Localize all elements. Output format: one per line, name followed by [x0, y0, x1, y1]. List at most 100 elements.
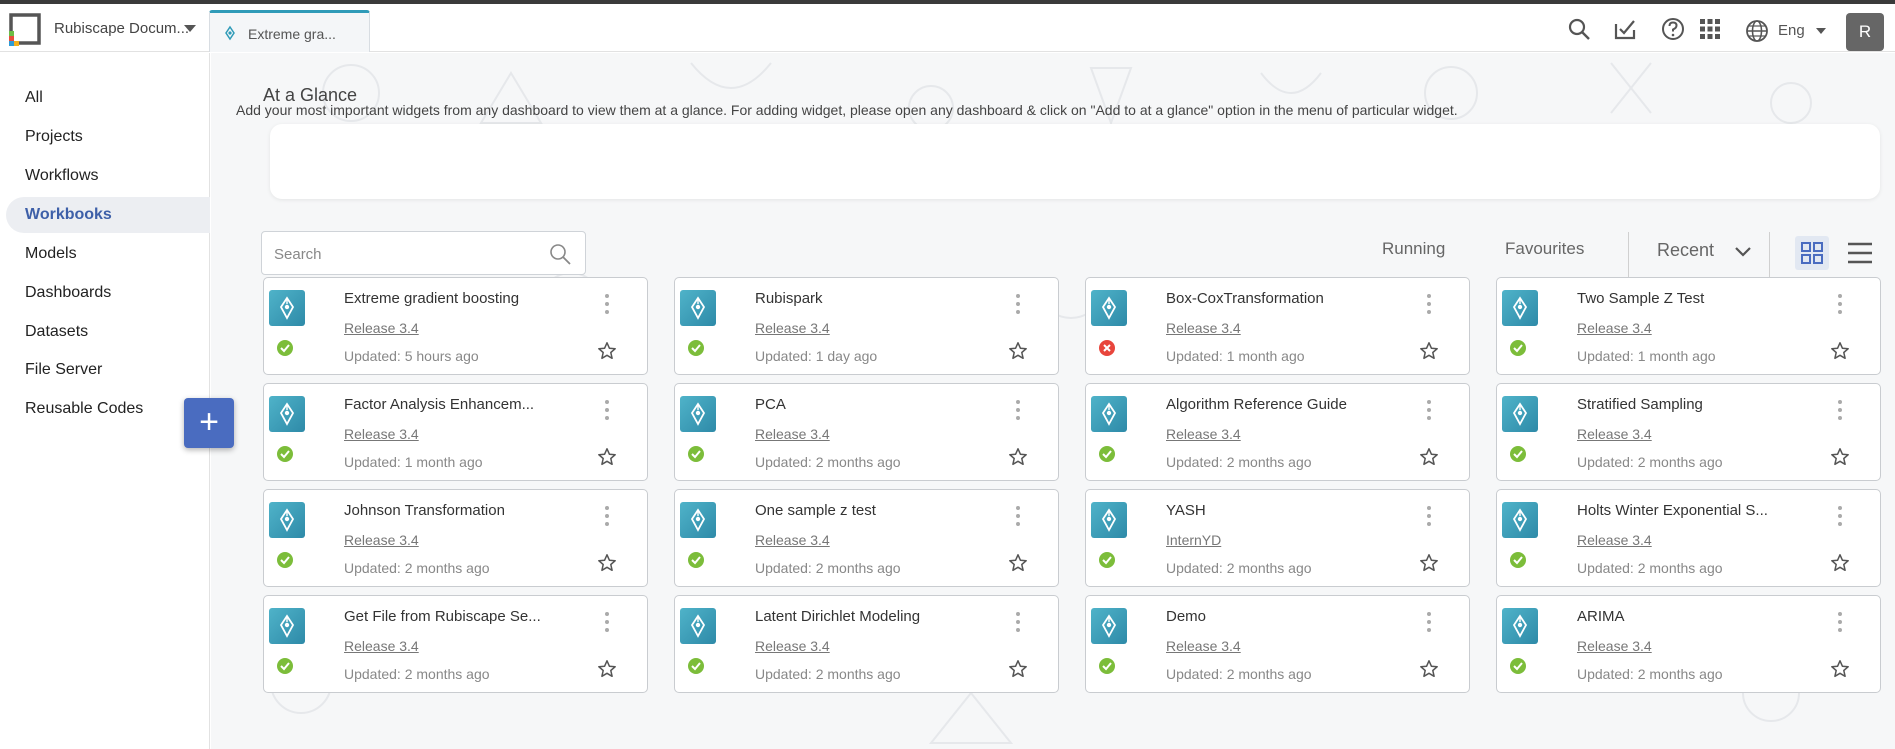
user-avatar[interactable]: R	[1846, 13, 1884, 51]
card-title[interactable]: Johnson Transformation	[344, 502, 505, 519]
card-title[interactable]: Latent Dirichlet Modeling	[755, 608, 920, 625]
star-icon[interactable]	[1830, 447, 1850, 467]
chevron-down-icon[interactable]	[1733, 242, 1753, 262]
card-tag-link[interactable]: Release 3.4	[1166, 426, 1241, 442]
workbook-card[interactable]: Stratified Sampling Release 3.4 Updated: 2…	[1496, 383, 1881, 481]
workspace-selector[interactable]: Rubiscape Docum...	[54, 20, 189, 37]
more-options-icon[interactable]	[1424, 292, 1434, 316]
workbook-card[interactable]: Latent Dirichlet Modeling Release 3.4 Upda…	[674, 595, 1059, 693]
more-options-icon[interactable]	[602, 292, 612, 316]
filter-running[interactable]: Running	[1382, 239, 1445, 259]
star-icon[interactable]	[1419, 341, 1439, 361]
star-icon[interactable]	[1830, 553, 1850, 573]
sidebar-item-dashboards[interactable]: Dashboards	[6, 275, 210, 311]
sidebar-item-file-server[interactable]: File Server	[6, 352, 210, 388]
more-options-icon[interactable]	[1013, 292, 1023, 316]
star-icon[interactable]	[1419, 659, 1439, 679]
sidebar-item-workflows[interactable]: Workflows	[6, 158, 210, 194]
star-icon[interactable]	[597, 553, 617, 573]
workbook-card[interactable]: Holts Winter Exponential S... Release 3.4…	[1496, 489, 1881, 587]
workbook-card[interactable]: Algorithm Reference Guide Release 3.4 Upda…	[1085, 383, 1470, 481]
workbook-card[interactable]: Johnson Transformation Release 3.4 Updated…	[263, 489, 648, 587]
star-icon[interactable]	[597, 659, 617, 679]
card-title[interactable]: Extreme gradient boosting	[344, 290, 519, 307]
card-title[interactable]: Get File from Rubiscape Se...	[344, 608, 541, 625]
more-options-icon[interactable]	[1424, 504, 1434, 528]
workbook-card[interactable]: YASH InternYD Updated: 2 months ago	[1085, 489, 1470, 587]
card-title[interactable]: Algorithm Reference Guide	[1166, 396, 1347, 413]
grid-view-button[interactable]	[1795, 236, 1829, 270]
more-options-icon[interactable]	[1835, 504, 1845, 528]
card-title[interactable]: One sample z test	[755, 502, 876, 519]
star-icon[interactable]	[1419, 553, 1439, 573]
card-tag-link[interactable]: Release 3.4	[1577, 426, 1652, 442]
workbook-card[interactable]: Rubispark Release 3.4 Updated: 1 day ago	[674, 277, 1059, 375]
more-options-icon[interactable]	[1835, 292, 1845, 316]
card-tag-link[interactable]: Release 3.4	[1577, 638, 1652, 654]
more-options-icon[interactable]	[1013, 610, 1023, 634]
sidebar-item-projects[interactable]: Projects	[6, 119, 210, 155]
card-tag-link[interactable]: Release 3.4	[1577, 320, 1652, 336]
tab-extreme-gradient[interactable]: Extreme gra...	[209, 10, 370, 52]
workbook-card[interactable]: ARIMA Release 3.4 Updated: 2 months ago	[1496, 595, 1881, 693]
star-icon[interactable]	[1008, 553, 1028, 573]
more-options-icon[interactable]	[602, 610, 612, 634]
card-tag-link[interactable]: Release 3.4	[344, 320, 419, 336]
card-tag-link[interactable]: Release 3.4	[344, 426, 419, 442]
card-tag-link[interactable]: Release 3.4	[1166, 320, 1241, 336]
apps-grid-icon[interactable]	[1697, 16, 1723, 42]
workbook-card[interactable]: Two Sample Z Test Release 3.4 Updated: 1 m…	[1496, 277, 1881, 375]
star-icon[interactable]	[597, 341, 617, 361]
card-tag-link[interactable]: Release 3.4	[1166, 638, 1241, 654]
workbook-card[interactable]: Get File from Rubiscape Se... Release 3.4…	[263, 595, 648, 693]
workbook-card[interactable]: Extreme gradient boosting Release 3.4 Upda…	[263, 277, 648, 375]
more-options-icon[interactable]	[1013, 398, 1023, 422]
sidebar-item-models[interactable]: Models	[6, 236, 210, 272]
card-tag-link[interactable]: Release 3.4	[344, 638, 419, 654]
star-icon[interactable]	[1008, 447, 1028, 467]
search-icon[interactable]	[1566, 16, 1592, 42]
list-view-icon[interactable]	[1845, 238, 1875, 268]
more-options-icon[interactable]	[602, 398, 612, 422]
more-options-icon[interactable]	[1835, 610, 1845, 634]
card-tag-link[interactable]: Release 3.4	[755, 320, 830, 336]
download-check-icon[interactable]	[1612, 16, 1638, 42]
card-title[interactable]: Box-CoxTransformation	[1166, 290, 1324, 307]
star-icon[interactable]	[1830, 659, 1850, 679]
more-options-icon[interactable]	[1835, 398, 1845, 422]
workbook-card[interactable]: PCA Release 3.4 Updated: 2 months ago	[674, 383, 1059, 481]
star-icon[interactable]	[1008, 659, 1028, 679]
sidebar-item-workbooks[interactable]: Workbooks	[6, 197, 210, 233]
card-title[interactable]: ARIMA	[1577, 608, 1625, 625]
language-selector[interactable]: Eng	[1744, 17, 1834, 43]
filter-favourites[interactable]: Favourites	[1505, 239, 1584, 259]
card-tag-link[interactable]: Release 3.4	[1577, 532, 1652, 548]
sidebar-item-all[interactable]: All	[6, 80, 210, 116]
card-tag-link[interactable]: Release 3.4	[755, 638, 830, 654]
card-title[interactable]: Demo	[1166, 608, 1206, 625]
sidebar-item-reusable-codes[interactable]: Reusable Codes	[6, 391, 210, 427]
card-tag-link[interactable]: Release 3.4	[755, 532, 830, 548]
search-input[interactable]	[274, 243, 534, 265]
card-tag-link[interactable]: Release 3.4	[344, 532, 419, 548]
star-icon[interactable]	[1830, 341, 1850, 361]
card-title[interactable]: Rubispark	[755, 290, 823, 307]
more-options-icon[interactable]	[1424, 398, 1434, 422]
card-title[interactable]: Holts Winter Exponential S...	[1577, 502, 1768, 519]
card-title[interactable]: PCA	[755, 396, 786, 413]
card-tag-link[interactable]: Release 3.4	[755, 426, 830, 442]
more-options-icon[interactable]	[1013, 504, 1023, 528]
card-title[interactable]: Two Sample Z Test	[1577, 290, 1704, 307]
search-icon[interactable]	[548, 242, 572, 266]
card-title[interactable]: YASH	[1166, 502, 1206, 519]
workbook-card[interactable]: Factor Analysis Enhancem... Release 3.4 Up…	[263, 383, 648, 481]
card-tag-link[interactable]: InternYD	[1166, 532, 1221, 548]
workbook-card[interactable]: Demo Release 3.4 Updated: 2 months ago	[1085, 595, 1470, 693]
rubiscape-logo-icon[interactable]	[6, 10, 44, 48]
sidebar-item-datasets[interactable]: Datasets	[6, 314, 210, 350]
chevron-down-icon[interactable]	[184, 25, 196, 32]
star-icon[interactable]	[1008, 341, 1028, 361]
workbook-card[interactable]: Box-CoxTransformation Release 3.4 Updated:…	[1085, 277, 1470, 375]
star-icon[interactable]	[1419, 447, 1439, 467]
sort-dropdown[interactable]: Recent	[1657, 240, 1714, 261]
